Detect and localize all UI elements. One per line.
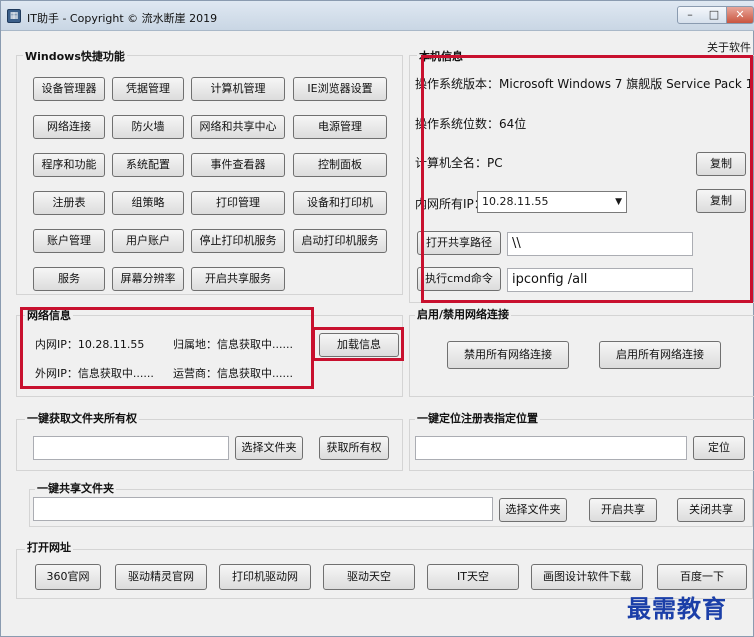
registry-path-input[interactable] <box>415 436 687 460</box>
network-connections-button[interactable]: 网络连接 <box>33 115 105 139</box>
maximize-button[interactable]: □ <box>702 6 727 24</box>
control-panel-button[interactable]: 控制面板 <box>293 153 387 177</box>
site-360-button[interactable]: 360官网 <box>35 564 101 590</box>
site-driver-sky-button[interactable]: 驱动天空 <box>323 564 415 590</box>
ownership-folder-input[interactable] <box>33 436 229 460</box>
site-it-sky-button[interactable]: IT天空 <box>427 564 519 590</box>
app-window: ▦ IT助手 - Copyright © 流水断崖 2019 – □ ✕ 关于软… <box>0 0 754 637</box>
registry-locate-button[interactable]: 定位 <box>693 436 745 460</box>
load-info-button[interactable]: 加载信息 <box>319 333 399 357</box>
copy-computer-name-button[interactable]: 复制 <box>696 152 746 176</box>
isp-text: 运营商：信息获取中...... <box>173 367 293 380</box>
location-text: 归属地：信息获取中...... <box>173 338 293 351</box>
share-folder-label: 一键共享文件夹 <box>35 480 116 496</box>
enable-all-network-button[interactable]: 启用所有网络连接 <box>599 341 721 369</box>
site-design-software-button[interactable]: 画图设计软件下载 <box>531 564 643 590</box>
start-share-service-button[interactable]: 开启共享服务 <box>191 267 285 291</box>
folder-ownership-label: 一键获取文件夹所有权 <box>25 410 139 426</box>
devices-printers-button[interactable]: 设备和打印机 <box>293 191 387 215</box>
cmd-input[interactable]: ipconfig /all <box>507 268 693 292</box>
share-select-folder-button[interactable]: 选择文件夹 <box>499 498 567 522</box>
ip-select[interactable]: 10.28.11.55 ▼ <box>477 191 627 213</box>
stop-printer-service-button[interactable]: 停止打印机服务 <box>191 229 285 253</box>
local-info-group <box>409 55 754 303</box>
share-folder-input[interactable] <box>33 497 493 521</box>
execute-cmd-button[interactable]: 执行cmd命令 <box>417 267 501 291</box>
registry-locate-label: 一键定位注册表指定位置 <box>415 410 540 426</box>
ownership-select-folder-button[interactable]: 选择文件夹 <box>235 436 303 460</box>
os-version-text: 操作系统版本：Microsoft Windows 7 旗舰版 Service P… <box>415 77 754 91</box>
close-button[interactable]: ✕ <box>726 6 754 24</box>
chevron-down-icon: ▼ <box>615 197 622 207</box>
ip-select-value: 10.28.11.55 <box>482 195 549 208</box>
site-printer-driver-button[interactable]: 打印机驱动网 <box>219 564 311 590</box>
event-viewer-button[interactable]: 事件查看器 <box>191 153 285 177</box>
title-bar: ▦ IT助手 - Copyright © 流水断崖 2019 – □ ✕ <box>1 1 754 31</box>
all-ip-label: 内网所有IP： <box>415 197 486 211</box>
about-link[interactable]: 关于软件 <box>707 39 751 55</box>
account-management-button[interactable]: 账户管理 <box>33 229 105 253</box>
start-share-button[interactable]: 开启共享 <box>589 498 657 522</box>
site-driver-genius-button[interactable]: 驱动精灵官网 <box>115 564 207 590</box>
group-policy-button[interactable]: 组策略 <box>112 191 184 215</box>
share-path-input[interactable]: \\ <box>507 232 693 256</box>
websites-label: 打开网址 <box>25 539 73 555</box>
local-info-label: 本机信息 <box>417 48 465 64</box>
power-management-button[interactable]: 电源管理 <box>293 115 387 139</box>
computer-management-button[interactable]: 计算机管理 <box>191 77 285 101</box>
network-sharing-center-button[interactable]: 网络和共享中心 <box>191 115 285 139</box>
window-title: IT助手 - Copyright © 流水断崖 2019 <box>27 12 218 25</box>
user-accounts-button[interactable]: 用户账户 <box>112 229 184 253</box>
system-config-button[interactable]: 系统配置 <box>112 153 184 177</box>
stop-share-button[interactable]: 关闭共享 <box>677 498 745 522</box>
print-management-button[interactable]: 打印管理 <box>191 191 285 215</box>
firewall-button[interactable]: 防火墙 <box>112 115 184 139</box>
disable-all-network-button[interactable]: 禁用所有网络连接 <box>447 341 569 369</box>
computer-name-text: 计算机全名：PC <box>415 156 503 170</box>
credential-manager-button[interactable]: 凭据管理 <box>112 77 184 101</box>
open-share-path-button[interactable]: 打开共享路径 <box>417 231 501 255</box>
toggle-network-label: 启用/禁用网络连接 <box>415 306 512 322</box>
lan-ip-text: 内网IP：10.28.11.55 <box>35 338 145 351</box>
site-baidu-button[interactable]: 百度一下 <box>657 564 747 590</box>
start-printer-service-button[interactable]: 启动打印机服务 <box>293 229 387 253</box>
minimize-button[interactable]: – <box>677 6 703 24</box>
programs-features-button[interactable]: 程序和功能 <box>33 153 105 177</box>
registry-button[interactable]: 注册表 <box>33 191 105 215</box>
wan-ip-text: 外网IP：信息获取中...... <box>35 367 154 380</box>
ie-settings-button[interactable]: IE浏览器设置 <box>293 77 387 101</box>
take-ownership-button[interactable]: 获取所有权 <box>319 436 389 460</box>
network-info-label: 网络信息 <box>25 307 73 323</box>
device-manager-button[interactable]: 设备管理器 <box>33 77 105 101</box>
os-bits-text: 操作系统位数：64位 <box>415 117 527 131</box>
screen-resolution-button[interactable]: 屏幕分辨率 <box>112 267 184 291</box>
copy-ip-button[interactable]: 复制 <box>696 189 746 213</box>
app-icon: ▦ <box>7 9 21 23</box>
services-button[interactable]: 服务 <box>33 267 105 291</box>
windows-shortcuts-label: Windows快捷功能 <box>23 48 127 64</box>
watermark-logo: 最需教育 <box>627 594 727 623</box>
